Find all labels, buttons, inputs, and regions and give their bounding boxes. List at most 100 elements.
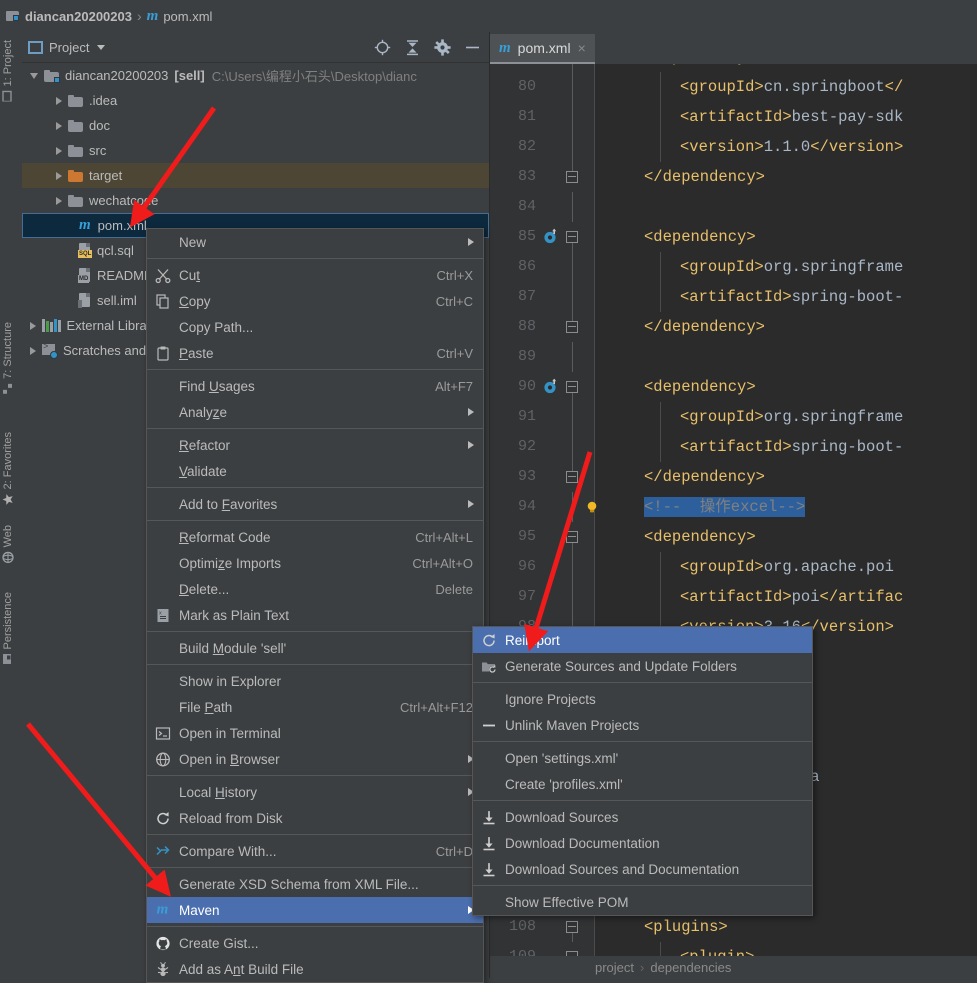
file-context-menu[interactable]: New Cut Ctrl+X Copy Ctrl+C Copy Path... Paste C… [146,228,484,983]
menu-item-find-usages[interactable]: Find Usages Alt+F7 [147,373,483,399]
menu-item-label: Reformat Code [179,529,271,545]
maven-item-reimport[interactable]: Reimport [473,627,812,653]
menu-item-add-to-favorites[interactable]: Add to Favorites [147,491,483,517]
menu-item-paste[interactable]: Paste Ctrl+V [147,340,483,366]
maven-item-show-effective-pom[interactable]: Show Effective POM [473,889,812,915]
menu-item-add-as-ant-build-file[interactable]: Add as Ant Build File [147,956,483,982]
fold-collapse-icon[interactable] [566,531,578,543]
code-line: 85 <dependency> [490,222,977,252]
menu-item-file-path[interactable]: File Path Ctrl+Alt+F12 [147,694,483,720]
locate-icon[interactable] [374,39,391,56]
menu-item-reformat-code[interactable]: Reformat Code Ctrl+Alt+L [147,524,483,550]
svg-text:x: x [159,610,162,616]
breadcrumb-project[interactable]: diancan20200203 [6,9,132,24]
tree-item-label: doc [89,118,110,133]
maven-item-generate-sources-and-update-folders[interactable]: Generate Sources and Update Folders [473,653,812,679]
tree-item-wechatcode[interactable]: wechatcode [22,188,489,213]
menu-item-label: Download Documentation [505,835,660,851]
sidebar-tab-favorites[interactable]: 2: Favorites [2,432,14,505]
sidebar-tab-structure[interactable]: 7: Structure [2,322,14,394]
maven-item-open-settings-xml[interactable]: Open 'settings.xml' [473,745,812,771]
menu-item-label: Paste [179,345,214,361]
sidebar-tab-web-label: Web [2,525,14,548]
maven-item-create-profiles-xml[interactable]: Create 'profiles.xml' [473,771,812,797]
chevron-right-icon[interactable] [56,196,62,205]
maven-item-download-documentation[interactable]: Download Documentation [473,830,812,856]
sidebar-tab-web[interactable]: Web [2,525,14,564]
menu-item-local-history[interactable]: Local History [147,779,483,805]
menu-item-generate-xsd-schema-from-xml-file[interactable]: Generate XSD Schema from XML File... [147,871,483,897]
menu-item-optimize-imports[interactable]: Optimize Imports Ctrl+Alt+O [147,550,483,576]
module-icon [44,69,60,83]
maven-submenu[interactable]: Reimport Generate Sources and Update Fold… [472,626,813,916]
collapse-all-icon[interactable] [404,39,421,56]
tree-item-module-root[interactable]: diancan20200203 [sell] C:\Users\编程小石头\De… [22,63,489,88]
breadcrumb-dependencies-element[interactable]: dependencies [650,960,731,975]
close-icon[interactable]: × [578,40,586,56]
fold-collapse-icon[interactable] [566,381,578,393]
chevron-right-icon[interactable] [56,96,62,105]
menu-item-reload-from-disk[interactable]: Reload from Disk [147,805,483,831]
chevron-right-icon[interactable] [56,121,62,130]
fold-expand-icon[interactable] [566,321,578,333]
sidebar-tab-project[interactable]: 1: Project [2,40,14,102]
menu-item-compare-with[interactable]: Compare With... Ctrl+D [147,838,483,864]
minimize-icon[interactable] [464,39,481,56]
chevron-right-icon[interactable] [56,171,62,180]
menu-item-open-in-browser[interactable]: Open in Browser [147,746,483,772]
menu-item-show-in-explorer[interactable]: Show in Explorer [147,668,483,694]
fold-collapse-icon[interactable] [566,231,578,243]
menu-item-delete[interactable]: Delete... Delete [147,576,483,602]
maven-item-unlink-maven-projects[interactable]: Unlink Maven Projects [473,712,812,738]
intention-bulb-icon[interactable] [585,500,599,514]
gear-icon[interactable] [434,38,451,56]
fold-collapse-icon[interactable] [566,921,578,933]
folder-orange-icon [68,169,83,182]
vcs-change-icon[interactable] [542,378,559,395]
tab-pom-xml[interactable]: m pom.xml × [490,34,595,64]
line-number: 109 [502,942,536,956]
menu-item-label: Reload from Disk [179,810,283,826]
chevron-down-icon[interactable] [30,72,38,79]
tree-item-idea[interactable]: .idea [22,88,489,113]
menu-separator [147,520,483,521]
maven-item-download-sources[interactable]: Download Sources [473,804,812,830]
menu-item-label: Download Sources [505,809,619,825]
vcs-change-icon[interactable] [542,228,559,245]
tree-item-target[interactable]: target [22,163,489,188]
tree-item-doc[interactable]: doc [22,113,489,138]
menu-item-copy[interactable]: Copy Ctrl+C [147,288,483,314]
clipboard-icon [154,345,171,362]
chevron-right-icon[interactable] [56,146,62,155]
menu-item-create-gist[interactable]: Create Gist... [147,930,483,956]
fold-expand-icon[interactable] [566,171,578,183]
maven-m-icon: m [499,39,511,56]
code-text: <artifactId>best-pay-sdk [680,108,904,126]
breadcrumb-separator: › [136,8,142,24]
menu-separator [147,775,483,776]
menu-separator [473,885,812,886]
sidebar-tab-persistence[interactable]: Persistence [2,592,14,664]
menu-item-refactor[interactable]: Refactor [147,432,483,458]
fold-expand-icon[interactable] [566,471,578,483]
menu-item-open-in-terminal[interactable]: Open in Terminal [147,720,483,746]
menu-item-maven[interactable]: m Maven [147,897,483,923]
code-line: 82 <version>1.1.0</version> [490,132,977,162]
menu-item-analyze[interactable]: Analyze [147,399,483,425]
code-text: <!-- 操作excel--> [644,497,806,517]
menu-item-new[interactable]: New [147,229,483,255]
menu-item-copy-path[interactable]: Copy Path... [147,314,483,340]
chevron-right-icon[interactable] [30,321,36,330]
menu-item-build-module-sell[interactable]: Build Module 'sell' [147,635,483,661]
chevron-down-icon[interactable] [97,44,106,50]
breadcrumb-file[interactable]: m pom.xml [147,8,213,25]
chevron-right-icon[interactable] [30,346,36,355]
menu-item-validate[interactable]: Validate [147,458,483,484]
menu-item-cut[interactable]: Cut Ctrl+X [147,262,483,288]
menu-item-label: Open in Browser [179,751,280,767]
breadcrumb-project-element[interactable]: project [595,960,634,975]
maven-item-ignore-projects[interactable]: Ignore Projects [473,686,812,712]
tree-item-src[interactable]: src [22,138,489,163]
maven-item-download-sources-and-documentation[interactable]: Download Sources and Documentation [473,856,812,882]
menu-item-mark-as-plain-text[interactable]: x Mark as Plain Text [147,602,483,628]
